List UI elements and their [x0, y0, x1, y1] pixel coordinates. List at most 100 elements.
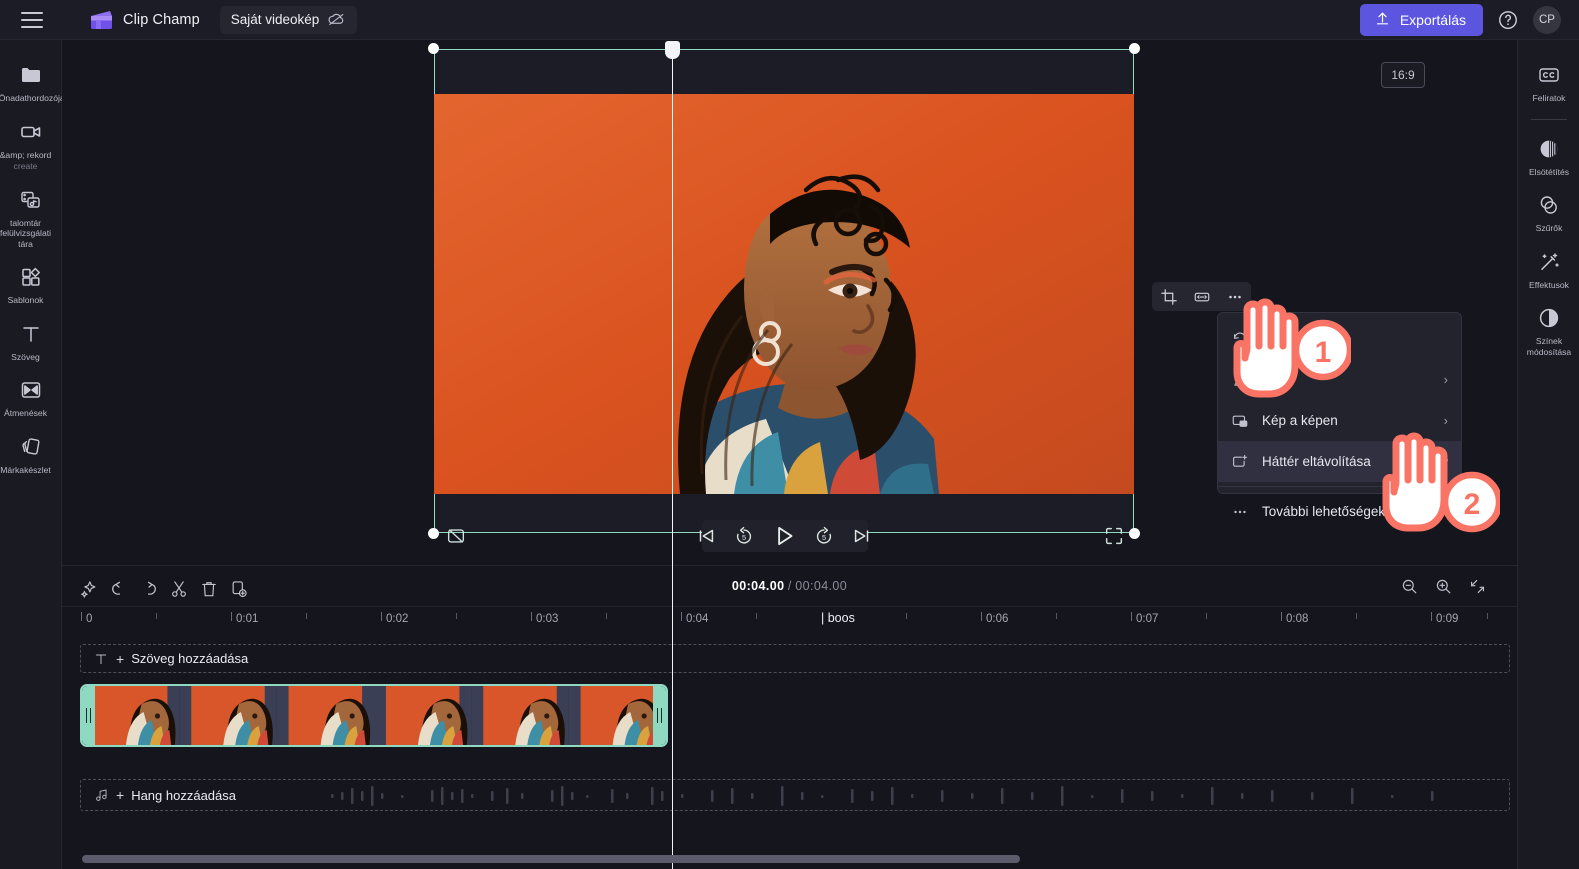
fit-width-icon[interactable]: [1193, 288, 1211, 306]
timeline-panel: 00:04.00 / 00:04.00 0 0:01 0:02 0:03 0:0…: [62, 565, 1517, 869]
timeline-zoom-controls: [1400, 577, 1517, 596]
avatar[interactable]: CP: [1533, 5, 1561, 34]
brand[interactable]: Clip Champ: [88, 9, 200, 31]
top-bar: Clip Champ Saját videokép Exportálás CP: [0, 0, 1579, 40]
right-sidebar: Feliratok Elsötétítés Szűrők Effektusok …: [1501, 40, 1579, 869]
rewind-5-icon[interactable]: 5: [733, 525, 755, 547]
sidebar-item-effects[interactable]: Effektusok: [1518, 241, 1579, 298]
sidebar-item-text[interactable]: Szöveg: [0, 313, 62, 370]
brand-name: Clip Champ: [123, 11, 200, 28]
more-horizontal-icon: [1231, 503, 1249, 521]
sidebar-item-label: talomtár felülvizsgálati tára: [0, 217, 52, 249]
crop-icon[interactable]: [1160, 288, 1178, 306]
fit-to-screen-icon[interactable]: [1468, 577, 1487, 596]
project-name-chip[interactable]: Saját videokép: [219, 5, 358, 34]
audio-waveform-icon: [331, 786, 1434, 806]
playhead-marker[interactable]: [665, 41, 680, 59]
add-text-label: Szöveg hozzáadása: [131, 651, 249, 666]
clip-trim-handle-left[interactable]: [82, 686, 95, 745]
zoom-out-icon[interactable]: [1400, 577, 1419, 596]
plus-icon: +: [116, 787, 125, 803]
sidebar-item-filters[interactable]: Szűrők: [1518, 184, 1579, 241]
fullscreen-icon[interactable]: [1103, 525, 1125, 547]
sidebar-item-label: Szűrők: [1535, 223, 1563, 233]
menu-item-rotate[interactable]: [1218, 318, 1461, 359]
sidebar-item-content-library[interactable]: talomtár felülvizsgálati tára: [0, 179, 62, 257]
add-text-track[interactable]: + Szöveg hozzáadása: [80, 644, 1510, 673]
skip-previous-icon[interactable]: [695, 525, 717, 547]
sidebar-item-fade[interactable]: Elsötétítés: [1518, 128, 1579, 185]
project-name-label: Saját videokép: [230, 12, 320, 27]
svg-text:5: 5: [742, 533, 746, 542]
time-separator: /: [787, 579, 792, 593]
redo-icon[interactable]: [136, 576, 156, 596]
sidebar-item-captions[interactable]: Feliratok: [1518, 54, 1579, 111]
sidebar-item-templates[interactable]: Sablonok: [0, 256, 62, 313]
sidebar-item-transitions[interactable]: Átmenések: [0, 369, 62, 426]
sidebar-divider: [1530, 118, 1567, 120]
sidebar-item-brand-kit[interactable]: Márkakészlet: [0, 426, 62, 483]
menu-item-label: Flip: [1262, 372, 1284, 387]
sidebar-item-media[interactable]: Az Önadathordozója: [0, 54, 65, 111]
hamburger-icon[interactable]: [21, 11, 43, 28]
menu-item-picture-in-picture[interactable]: Kép a képen ›: [1218, 400, 1461, 441]
play-icon[interactable]: [771, 523, 797, 549]
svg-text:5: 5: [822, 533, 826, 542]
aspect-ratio-badge[interactable]: 16:9: [1381, 62, 1425, 88]
cloud-off-icon: [327, 9, 346, 31]
menu-item-more-options[interactable]: További lehetőségek: [1218, 491, 1461, 532]
add-audio-track[interactable]: + Hang hozzáadása: [80, 779, 1510, 811]
skip-next-icon[interactable]: [851, 525, 873, 547]
more-horizontal-icon[interactable]: [1226, 288, 1244, 306]
music-note-icon: [93, 787, 109, 803]
clip-floating-toolbar: [1152, 282, 1251, 311]
sidebar-item-label: Sablonok: [7, 295, 44, 305]
upload-icon: [1374, 10, 1391, 30]
undo-icon[interactable]: [106, 576, 126, 596]
effects-wand-icon: [1537, 250, 1561, 274]
duplicate-icon[interactable]: [226, 576, 247, 598]
help-circle-icon[interactable]: [1497, 9, 1519, 31]
adjust-colors-icon: [1537, 306, 1561, 330]
sidebar-item-record-create[interactable]: &amp; rekord create: [0, 111, 62, 179]
video-camera-icon: [19, 120, 43, 144]
video-canvas[interactable]: [428, 43, 1140, 539]
avatar-initials: CP: [1539, 13, 1555, 26]
resize-handle-top-left[interactable]: [428, 43, 439, 54]
text-icon: [19, 322, 43, 346]
text-icon: [93, 651, 109, 667]
delete-trash-icon[interactable]: [196, 576, 216, 597]
ruler-label: | boos: [821, 611, 855, 625]
resize-handle-top-right[interactable]: [1129, 43, 1140, 54]
timeline-ruler[interactable]: 0 0:01 0:02 0:03 0:04 | boos 0:06 0:07 0…: [62, 607, 1517, 635]
chevron-right-icon: ›: [1443, 372, 1448, 387]
sidebar-item-label: Szöveg: [11, 351, 40, 362]
chevron-right-icon: ›: [1443, 413, 1448, 428]
menu-item-flip[interactable]: Flip ›: [1218, 359, 1461, 400]
sidebar-item-label: Effektusok: [1529, 279, 1569, 290]
ruler-label: 0:07: [1136, 613, 1159, 625]
clip-trim-handle-right[interactable]: [653, 686, 666, 745]
ruler-label: 0:01: [236, 613, 259, 625]
templates-icon: [19, 265, 43, 289]
menu-item-label: További lehetőségek: [1262, 504, 1386, 519]
video-clip[interactable]: [80, 684, 668, 747]
timeline-toolbar: 00:04.00 / 00:04.00: [62, 566, 1517, 607]
menu-item-remove-background[interactable]: Háttér eltávolítása Preview: [1218, 441, 1461, 482]
zoom-in-icon[interactable]: [1434, 577, 1453, 596]
flip-icon: [1231, 371, 1249, 389]
split-scissors-icon[interactable]: [166, 576, 186, 597]
menu-item-label: Kép a képen: [1262, 413, 1338, 428]
export-button[interactable]: Exportálás: [1359, 3, 1483, 36]
add-audio-label: Hang hozzáadása: [131, 787, 236, 803]
forward-5-icon[interactable]: 5: [813, 525, 835, 547]
rotate-icon: [1231, 330, 1249, 348]
sidebar-item-adjust-colors[interactable]: Színek módosítása: [1518, 297, 1579, 364]
player-controls: 5 5: [434, 520, 1134, 552]
mute-icon[interactable]: [445, 525, 467, 547]
preview-image: [434, 94, 1134, 494]
brand-kit-icon: [19, 435, 43, 459]
sidebar-item-label: Márkakészlet: [0, 464, 51, 475]
horizontal-scrollbar[interactable]: [82, 855, 1020, 863]
magic-wand-icon[interactable]: [76, 576, 96, 598]
